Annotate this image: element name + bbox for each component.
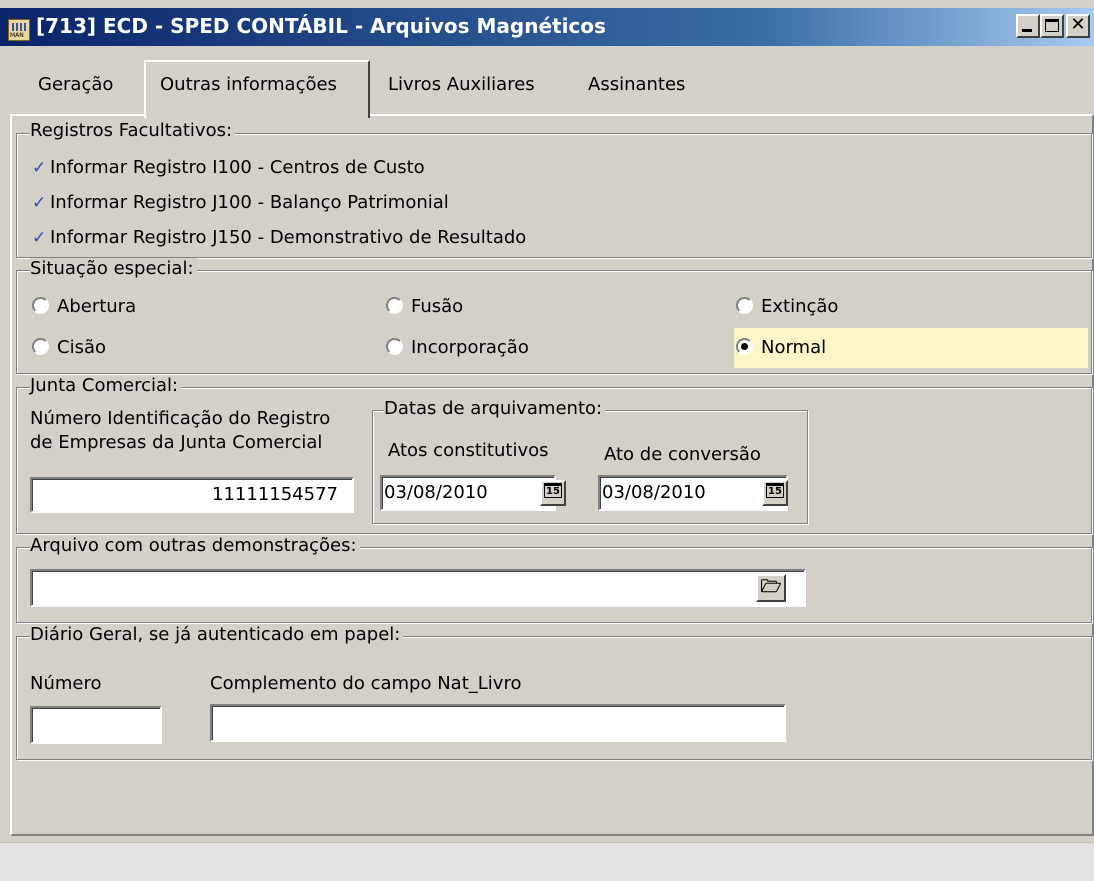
radio-cisao[interactable]: Cisão — [32, 337, 106, 358]
diario-numero-label: Número — [30, 673, 102, 694]
title-bar[interactable]: MAN [713] ECD - SPED CONTÁBIL - Arquivos… — [0, 8, 1094, 46]
situacao-especial-legend: Situação especial: — [30, 258, 197, 279]
diario-numero-input[interactable] — [30, 706, 162, 744]
radio-label: Abertura — [57, 296, 137, 317]
radio-label: Fusão — [411, 296, 464, 317]
radio-icon — [386, 297, 403, 314]
radio-icon — [386, 338, 403, 355]
atos-constitutivos-label: Atos constitutivos — [388, 440, 549, 461]
maximize-icon — [1045, 19, 1059, 32]
tab-assinantes[interactable]: Assinantes — [588, 74, 685, 95]
checkbox-registro-j100[interactable]: ✓ Informar Registro J100 - Balanço Patrim… — [32, 192, 449, 213]
radio-icon — [32, 297, 49, 314]
open-folder-button[interactable]: 🗁 — [756, 574, 786, 602]
radio-incorporacao[interactable]: Incorporação — [386, 337, 529, 358]
datas-arquivamento-legend: Datas de arquivamento: — [384, 398, 606, 419]
ato-conversao-date-input[interactable]: 03/08/2010 — [598, 475, 788, 511]
tab-geracao[interactable]: Geração — [38, 74, 113, 95]
checkmark-icon: ✓ — [32, 158, 47, 178]
arquivo-path-input[interactable] — [30, 569, 806, 607]
radio-selected-icon — [736, 338, 753, 355]
checkbox-label: Informar Registro I100 - Centros de Cust… — [50, 157, 425, 178]
checkbox-label: Informar Registro J100 - Balanço Patrimo… — [50, 192, 449, 213]
diario-geral-legend: Diário Geral, se já autenticado em papel… — [30, 624, 404, 645]
checkbox-registro-i100[interactable]: ✓ Informar Registro I100 - Centros de Cus… — [32, 157, 425, 178]
radio-label: Extinção — [761, 296, 839, 317]
tab-livros-auxiliares[interactable]: Livros Auxiliares — [388, 74, 535, 95]
app-icon-label: MAN — [10, 32, 24, 39]
radio-extincao[interactable]: Extinção — [736, 296, 838, 317]
calendar-icon: 15 — [544, 483, 562, 498]
close-icon: ✕ — [1070, 14, 1086, 35]
checkbox-label: Informar Registro J150 - Demonstrativo d… — [50, 227, 527, 248]
radio-icon — [736, 297, 753, 314]
radio-icon — [32, 338, 49, 355]
radio-abertura[interactable]: Abertura — [32, 296, 136, 317]
radio-normal[interactable]: Normal — [736, 337, 826, 358]
numero-registro-label-1: Número Identificação do Registro — [30, 408, 331, 429]
minimize-button[interactable] — [1016, 14, 1040, 38]
atos-constitutivos-calendar-button[interactable]: 15 — [540, 480, 566, 506]
tab-outras-informacoes[interactable]: Outras informações — [160, 74, 337, 95]
radio-fusao[interactable]: Fusão — [386, 296, 463, 317]
registros-facultativos-legend: Registros Facultativos: — [30, 120, 236, 141]
checkmark-icon: ✓ — [32, 193, 47, 213]
arquivo-outras-demonstracoes-legend: Arquivo com outras demonstrações: — [30, 535, 360, 556]
radio-label: Normal — [761, 337, 827, 358]
ato-conversao-label: Ato de conversão — [604, 444, 761, 465]
close-button[interactable]: ✕ — [1066, 14, 1090, 38]
complemento-nat-livro-label: Complemento do campo Nat_Livro — [210, 673, 522, 694]
window-title: [713] ECD - SPED CONTÁBIL - Arquivos Mag… — [36, 14, 606, 38]
minimize-icon — [1022, 29, 1032, 32]
checkbox-registro-j150[interactable]: ✓ Informar Registro J150 - Demonstrativo … — [32, 227, 526, 248]
numero-registro-input[interactable]: 11111154577 — [30, 477, 354, 513]
numero-registro-label-2: de Empresas da Junta Comercial — [30, 432, 323, 453]
atos-constitutivos-date-input[interactable]: 03/08/2010 — [380, 475, 556, 511]
maximize-button[interactable] — [1040, 14, 1064, 38]
calendar-icon: 15 — [766, 483, 784, 498]
status-bar — [0, 842, 1094, 881]
checkmark-icon: ✓ — [32, 228, 47, 248]
open-folder-icon: 🗁 — [760, 577, 782, 597]
complemento-nat-livro-input[interactable] — [210, 704, 786, 742]
radio-label: Cisão — [57, 337, 106, 358]
radio-label: Incorporação — [411, 337, 529, 358]
app-icon[interactable]: MAN — [8, 19, 30, 41]
ato-conversao-calendar-button[interactable]: 15 — [762, 480, 788, 506]
junta-comercial-legend: Junta Comercial: — [30, 375, 182, 396]
